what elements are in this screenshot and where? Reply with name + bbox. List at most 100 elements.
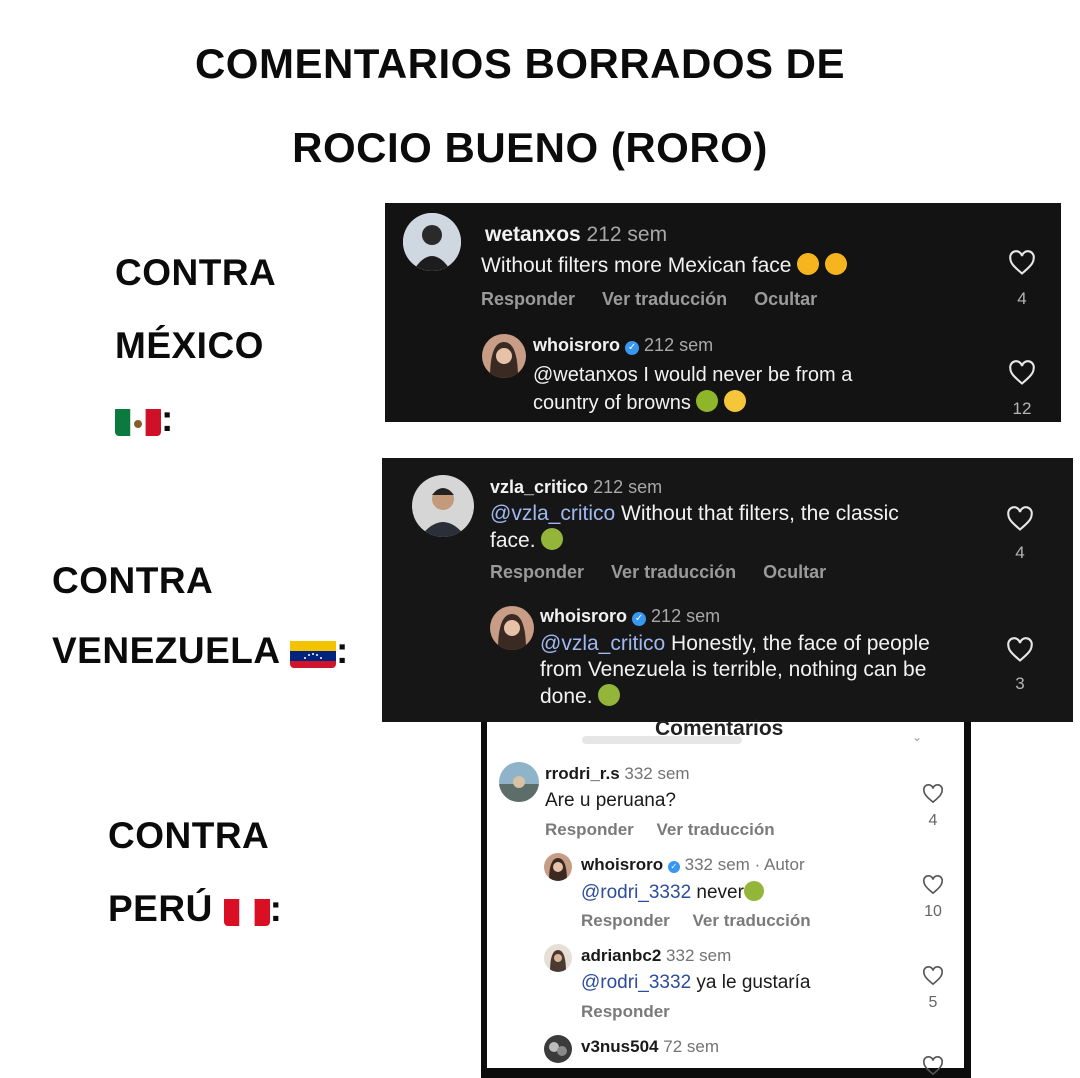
comment-panel-peru: Comentarios ⌄ rrodri_r.s 332 sem Are u p… [487, 717, 964, 1076]
section-label-peru-contra: CONTRA [108, 815, 270, 856]
comment-username[interactable]: rrodri_r.s [545, 764, 620, 783]
heart-icon[interactable] [1008, 250, 1036, 276]
page-title-line-2: ROCIO BUENO (RORO) [292, 124, 768, 171]
reply-header: whoisroro ✓ 212 sem [540, 606, 720, 627]
reply-mention[interactable]: @vzla_critico [540, 632, 665, 655]
translate-button[interactable]: Ver traducción [657, 820, 775, 839]
flag-venezuela-icon [290, 638, 336, 669]
comment-username[interactable]: whoisroro [581, 855, 663, 874]
avatar[interactable] [544, 944, 572, 972]
flag-mexico-icon [115, 406, 161, 437]
avatar[interactable] [482, 334, 526, 378]
comment-body: Without filters more Mexican face [481, 254, 792, 277]
comment-username[interactable]: v3nus504 [581, 1037, 659, 1056]
comment-actions: Responder Ver traducción Ocultar [490, 562, 848, 583]
section-label-mexico-flag: : [115, 398, 174, 440]
comment-mention[interactable]: @rodri_3332 [581, 972, 691, 993]
section-label-peru-country: PERÚ : [108, 888, 283, 929]
comment-username[interactable]: vzla_critico [490, 477, 588, 497]
reply-text-line-3: done. [540, 684, 621, 709]
tired-face-emoji [797, 253, 820, 275]
comment-actions: Responder Ver traducción [545, 820, 793, 840]
comment-header: rrodri_r.s 332 sem [545, 764, 690, 784]
reply-button[interactable]: Responder [490, 562, 584, 582]
section-label-peru-name: PERÚ [108, 888, 213, 929]
comment-username[interactable]: wetanxos [485, 223, 581, 246]
heart-icon[interactable] [1006, 506, 1034, 532]
chevron-down-icon[interactable]: ⌄ [912, 730, 922, 744]
section-label-venezuela-contra: CONTRA [52, 560, 214, 601]
comment-header: whoisroro ✓ 332 sem · Autor [581, 855, 805, 875]
page-title-line-1: COMENTARIOS BORRADOS DE [194, 40, 846, 87]
like-count: 4 [928, 812, 938, 829]
heart-icon[interactable] [922, 966, 944, 986]
comment-panel-venezuela: vzla_critico 212 sem @vzla_critico Witho… [382, 458, 1073, 722]
reply-text-line-2: country of browns [533, 390, 746, 415]
verified-icon: ✓ [632, 612, 647, 626]
laughing-emoji [723, 390, 746, 412]
vomiting-face-emoji [743, 881, 764, 901]
heart-icon[interactable] [1008, 360, 1036, 386]
heart-icon[interactable] [922, 784, 944, 804]
avatar[interactable] [544, 853, 572, 881]
verified-icon: ✓ [667, 861, 680, 873]
translate-button[interactable]: Ver traducción [693, 911, 811, 930]
comment-text-line-2: face. [490, 528, 564, 553]
heart-icon[interactable] [1006, 637, 1034, 663]
reply-mention[interactable]: @wetanxos [533, 364, 638, 386]
hide-button[interactable]: Ocultar [763, 562, 826, 582]
reply-button[interactable]: Responder [481, 289, 575, 309]
comment-time: 332 sem [666, 946, 732, 965]
section-label-venezuela-name: VENEZUELA [52, 630, 280, 671]
comment-text: Are u peruana? [545, 790, 676, 811]
like-count: 5 [928, 994, 938, 1011]
comment-actions: Responder Ver traducción [581, 911, 829, 931]
section-label-mexico-country: MÉXICO [115, 325, 264, 366]
comment-header: adrianbc2 332 sem [581, 946, 731, 966]
comment-time: 332 sem [624, 764, 690, 783]
translate-button[interactable]: Ver traducción [611, 562, 736, 582]
reply-username[interactable]: whoisroro [533, 335, 620, 355]
reply-header: whoisroro ✓ 212 sem [533, 335, 713, 356]
vomiting-face-emoji [541, 528, 564, 550]
comment-time: 72 sem [663, 1037, 719, 1056]
comment-text: @rodri_3332 ya le gustaría [581, 972, 811, 993]
nauseated-face-emoji [696, 390, 719, 412]
like-count: 4 [1015, 543, 1025, 562]
comment-text: @rodri_3332 never [581, 881, 764, 904]
flag-peru-icon [223, 896, 270, 927]
reply-button[interactable]: Responder [581, 911, 670, 930]
avatar[interactable] [499, 762, 539, 802]
reply-button[interactable]: Responder [545, 820, 634, 839]
comment-text-line-1: @vzla_critico Without that filters, the … [490, 502, 899, 525]
comment-time: 212 sem [593, 477, 663, 497]
comment-header: wetanxos 212 sem [485, 223, 667, 247]
like-count: 4 [1017, 289, 1027, 308]
comment-text: Without filters more Mexican face [481, 253, 848, 278]
section-label-mexico-contra: CONTRA [115, 252, 277, 293]
comment-mention[interactable]: @vzla_critico [490, 502, 615, 525]
reply-time: 212 sem [644, 335, 714, 355]
heart-icon[interactable] [922, 875, 944, 895]
avatar[interactable] [544, 1035, 572, 1063]
like-count: 12 [1012, 399, 1032, 418]
section-label-venezuela-country: VENEZUELA : [52, 630, 349, 671]
comment-mention[interactable]: @rodri_3332 [581, 882, 691, 903]
avatar[interactable] [490, 606, 534, 650]
comment-actions: Responder [581, 1002, 688, 1022]
comment-username[interactable]: adrianbc2 [581, 946, 661, 965]
comment-time: 332 sem · Autor [684, 855, 805, 874]
hide-button[interactable]: Ocultar [754, 289, 817, 309]
vomiting-face-emoji [598, 684, 621, 706]
avatar[interactable] [412, 475, 474, 537]
comment-time: 212 sem [586, 223, 668, 246]
reply-button[interactable]: Responder [581, 1002, 670, 1021]
tired-face-emoji [825, 253, 848, 275]
like-count: 3 [1015, 674, 1025, 693]
comment-header: vzla_critico 212 sem [490, 477, 662, 498]
translate-button[interactable]: Ver traducción [602, 289, 727, 309]
avatar[interactable] [403, 213, 461, 271]
heart-icon[interactable] [922, 1056, 944, 1076]
verified-icon: ✓ [625, 341, 640, 355]
reply-username[interactable]: whoisroro [540, 606, 627, 626]
